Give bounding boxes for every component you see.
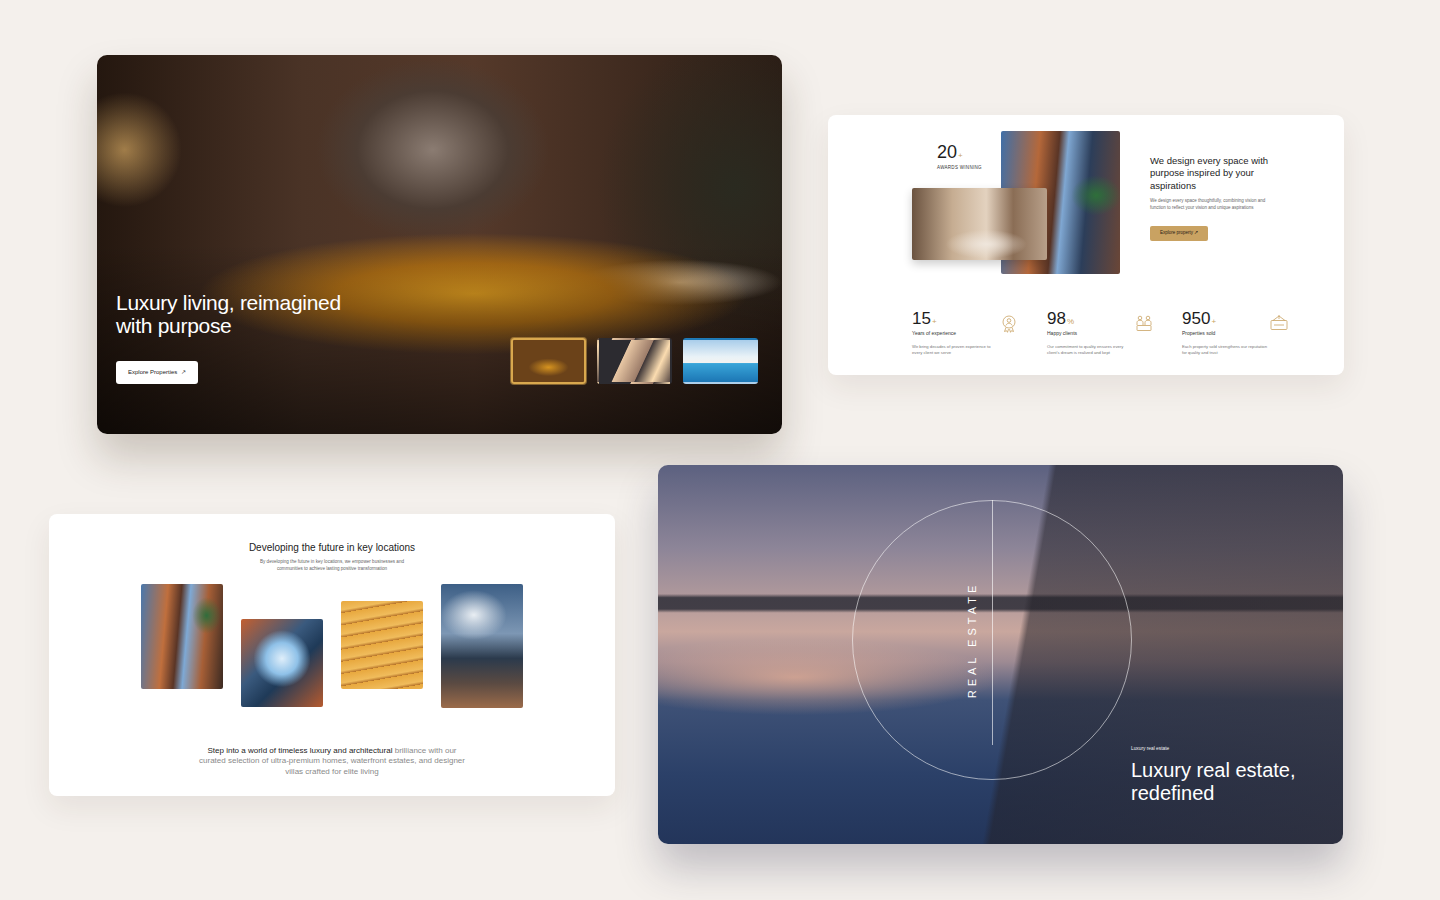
showcase-eyebrow: Luxury real estate [1131,745,1323,752]
stat-label: Properties sold [1182,330,1216,338]
stat-suffix: + [932,317,937,326]
stat-description: We bring decades of proven experience to… [912,344,998,357]
award-badge-icon [999,310,1019,330]
thumbnail-strip [511,338,758,384]
locations-title: Developing the future in key locations [49,542,615,554]
showcase-canvas: Luxury living, reimagined with purpose E… [0,0,1440,900]
vertical-label: REAL ESTATE [962,580,982,700]
thumbnail[interactable] [511,338,586,384]
button-label: Explore property [1160,230,1193,235]
stat-header: 98% Happy clients [1047,310,1162,338]
hero-title-line: with purpose [116,314,341,338]
stat-header: 950+ Properties sold [1182,310,1297,338]
showcase-title: Luxury real estate, redefined [1131,759,1323,804]
stat-number: 950+ [1182,310,1216,327]
stat-description: Our commitment to quality ensures every … [1047,344,1133,357]
location-gallery [49,584,615,708]
stat-label: Years of experience [912,330,956,338]
stat-text: 950+ Properties sold [1182,310,1216,338]
explore-property-button[interactable]: Explore property ↗ [1150,226,1208,241]
location-photo[interactable] [141,584,223,689]
about-heading: We design every space with purpose inspi… [1150,155,1275,192]
hero-title: Luxury living, reimagined with purpose [116,291,341,338]
locations-screen: Developing the future in key locations B… [49,514,615,796]
arrow-icon: ↗ [181,369,186,375]
award-suffix: + [958,151,963,160]
stat-text: 98% Happy clients [1047,310,1077,338]
showcase-screen: REAL ESTATE Luxury real estate Luxury re… [658,465,1343,844]
location-photo[interactable] [441,584,523,708]
stat-item: 950+ Properties sold Each property sold st… [1182,310,1297,356]
hero-copy: Luxury living, reimagined with purpose E… [116,291,341,384]
hero-screen: Luxury living, reimagined with purpose E… [97,55,782,434]
stat-description: Each property sold strengthens our reput… [1182,344,1268,357]
stat-suffix: % [1067,317,1074,326]
about-body: We design every space thoughtfully, comb… [1150,198,1275,212]
stat-number: 98% [1047,310,1077,327]
stats-row: 15+Years of experienceWe bring decades o… [912,310,1344,356]
stat-suffix: + [1211,317,1216,326]
thumbnail[interactable] [597,338,672,384]
stat-item: 15+ Years of experience We bring decades o… [912,310,1027,356]
clients-icon [1134,310,1154,330]
award-value: 20 [937,142,957,162]
interior-photo [912,188,1047,260]
divider-line [992,500,993,745]
locations-outro: Step into a world of timeless luxury and… [195,746,470,777]
stat-label: Happy clients [1047,330,1077,338]
hero-title-line: Luxury living, reimagined [116,291,341,315]
stat-item: 98% Happy clients Our commitment to qualit… [1047,310,1162,356]
stat-value: 15 [912,309,931,328]
about-screen: 20+ AWARDS WINNING We design every space… [828,115,1344,375]
showcase-title-line: redefined [1131,782,1323,804]
stat-value: 98 [1047,309,1066,328]
outro-strong: Step into a world of timeless luxury and… [207,746,392,755]
explore-properties-button[interactable]: Explore Properties ↗ [116,361,198,384]
stat-number: 15+ [912,310,956,327]
thumbnail[interactable] [683,338,758,384]
button-label: Explore Properties [128,369,177,375]
showcase-title-line: Luxury real estate, [1131,759,1323,781]
sold-sign-icon [1269,310,1289,330]
locations-subtitle: By developing the future in key location… [252,559,412,573]
location-photo[interactable] [341,601,423,689]
about-copy: We design every space with purpose inspi… [1150,131,1275,274]
stat-value: 950 [1182,309,1210,328]
stat-header: 15+ Years of experience [912,310,1027,338]
arrow-icon: ↗ [1194,230,1198,235]
vertical-label-box: REAL ESTATE [962,580,982,700]
stat-text: 15+ Years of experience [912,310,956,338]
location-photo[interactable] [241,619,323,707]
image-collage: 20+ AWARDS WINNING [912,131,1120,274]
